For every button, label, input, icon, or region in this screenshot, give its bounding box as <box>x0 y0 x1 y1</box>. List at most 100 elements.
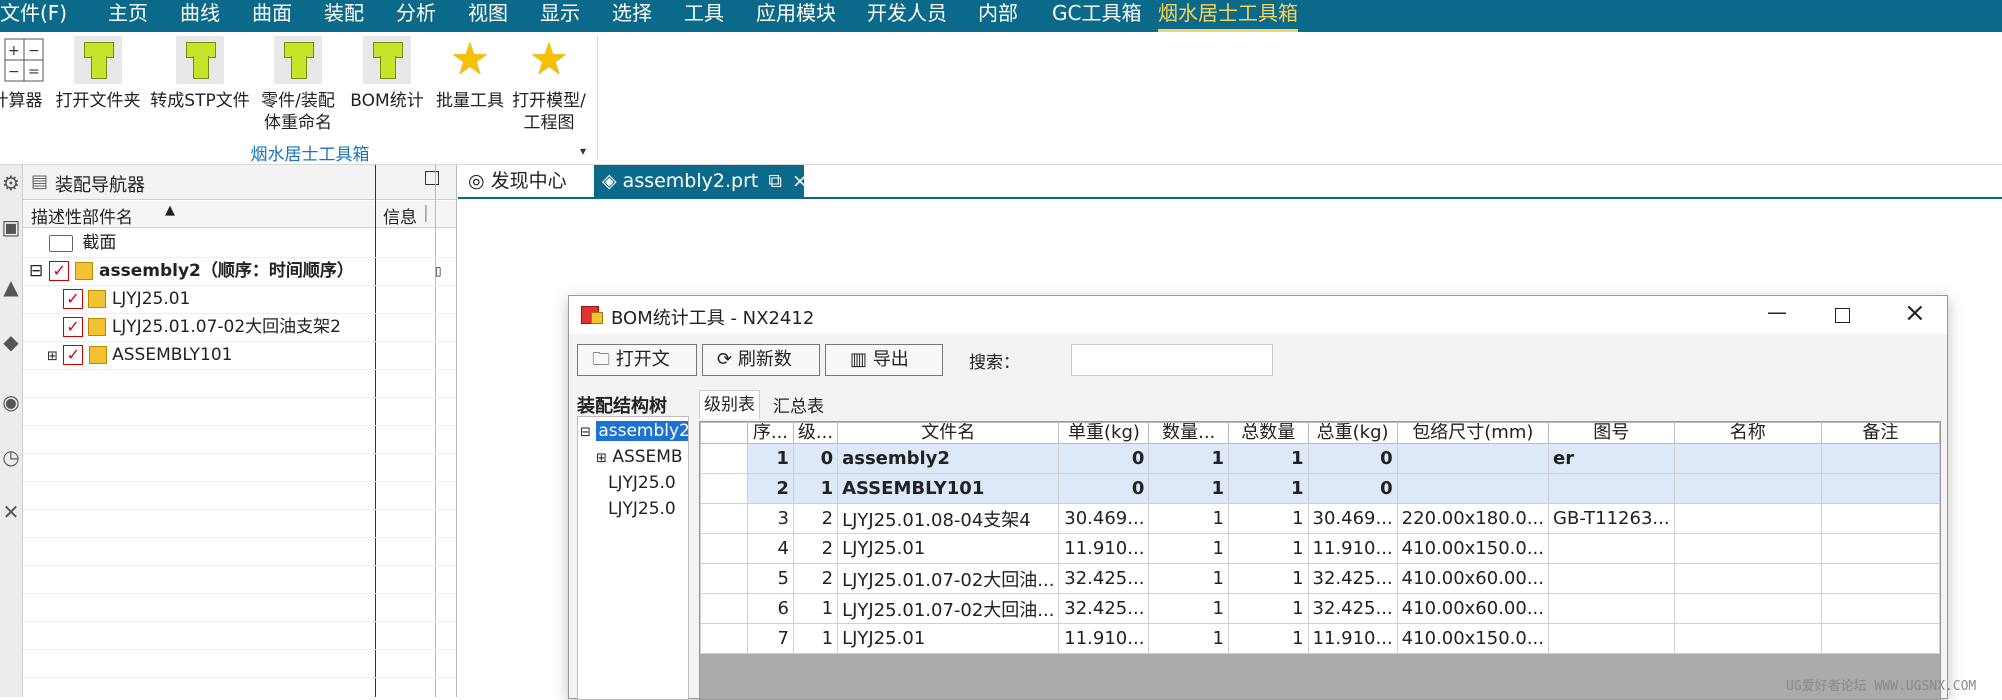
history-icon[interactable]: ◷ <box>0 445 22 477</box>
table-cell-unit-w[interactable]: 0 <box>1058 443 1150 474</box>
table-cell-qty[interactable]: 1 <box>1148 533 1229 564</box>
col-header[interactable]: 文件名 <box>837 422 1060 444</box>
table-cell-level[interactable]: 1 <box>792 593 839 624</box>
nav-row-part[interactable]: ✓ LJYJ25.01.07-02大回油支架2 <box>23 313 456 342</box>
menu-applications[interactable]: 应用模块 <box>756 0 836 32</box>
batch-tools-button[interactable]: ★ 批量工具 <box>434 36 506 112</box>
close-icon[interactable]: × <box>792 170 808 192</box>
table-row[interactable]: 2 1 ASSEMBLY101 0 1 1 0 <box>700 473 1940 504</box>
table-cell-unit-w[interactable]: 30.469... <box>1058 503 1150 534</box>
menu-display[interactable]: 显示 <box>540 0 580 32</box>
table-cell-bbox[interactable] <box>1396 443 1550 474</box>
table-cell-total-qty[interactable]: 1 <box>1227 533 1309 564</box>
row-header[interactable] <box>700 623 748 654</box>
table-cell-name[interactable] <box>1673 593 1822 624</box>
table-cell-total-w[interactable]: 32.425... <box>1307 563 1398 594</box>
table-cell-seq[interactable]: 3 <box>746 503 794 534</box>
table-cell-drawing[interactable] <box>1548 563 1675 594</box>
table-cell-level[interactable]: 0 <box>792 443 839 474</box>
table-row[interactable]: 3 2 LJYJ25.01.08-04支架4 30.469... 1 1 30.469...… <box>700 503 1940 534</box>
refresh-button[interactable]: ⟳ 刷新数 <box>702 344 820 376</box>
table-cell-bbox[interactable]: 410.00x150.0... <box>1396 533 1550 564</box>
table-cell-drawing[interactable]: er <box>1548 443 1675 474</box>
collapse-icon[interactable]: ⊟ <box>580 425 591 440</box>
col-info-header[interactable]: 信息 <box>383 203 417 228</box>
rename-button[interactable]: 零件/装配体重命名 <box>256 36 340 134</box>
table-cell-note[interactable] <box>1820 593 1940 624</box>
expand-icon[interactable]: ⊞ <box>596 451 607 466</box>
menu-internal[interactable]: 内部 <box>978 0 1018 32</box>
table-cell-note[interactable] <box>1820 503 1940 534</box>
table-cell-qty[interactable]: 1 <box>1148 563 1229 594</box>
table-cell-bbox[interactable]: 410.00x150.0... <box>1396 623 1550 654</box>
table-cell-drawing[interactable] <box>1548 533 1675 564</box>
constraint-icon[interactable]: ◆ <box>0 330 22 362</box>
tab-assembly2[interactable]: ◈ assembly2.prt ⧉ × <box>594 165 808 197</box>
menu-curve[interactable]: 曲线 <box>180 0 220 32</box>
table-cell-note[interactable] <box>1820 623 1940 654</box>
search-input[interactable] <box>1071 344 1273 376</box>
maximize-icon[interactable] <box>1835 308 1850 323</box>
menu-yanshui-toolbox[interactable]: 烟水居士工具箱 <box>1158 0 1298 32</box>
table-cell-total-qty[interactable]: 1 <box>1227 443 1309 474</box>
minimize-icon[interactable]: — <box>1767 300 1787 324</box>
col-header[interactable]: 备注 <box>1820 422 1940 444</box>
table-cell-qty[interactable]: 1 <box>1148 443 1229 474</box>
tree-item-root[interactable]: ⊟ assembly2 <box>578 419 688 443</box>
table-cell-seq[interactable]: 6 <box>746 593 794 624</box>
table-cell-qty[interactable]: 1 <box>1148 593 1229 624</box>
table-cell-total-w[interactable]: 32.425... <box>1307 593 1398 624</box>
table-cell-level[interactable]: 2 <box>792 563 839 594</box>
table-cell-total-qty[interactable]: 1 <box>1227 503 1309 534</box>
table-cell-seq[interactable]: 5 <box>746 563 794 594</box>
table-cell-name[interactable] <box>1673 473 1822 504</box>
table-cell-total-w[interactable]: 0 <box>1307 443 1398 474</box>
table-cell-drawing[interactable] <box>1548 623 1675 654</box>
table-cell-unit-w[interactable]: 0 <box>1058 473 1150 504</box>
row-header[interactable] <box>700 593 748 624</box>
table-cell-total-qty[interactable]: 1 <box>1227 563 1309 594</box>
table-cell-note[interactable] <box>1820 443 1940 474</box>
checkbox-checked-icon[interactable]: ✓ <box>63 289 83 309</box>
table-cell-name[interactable] <box>1673 533 1822 564</box>
table-cell-file[interactable]: assembly2 <box>837 443 1060 474</box>
table-row[interactable]: 5 2 LJYJ25.01.07-02大回油... 32.425... 1 1 32.425… <box>700 563 1940 594</box>
col-header[interactable]: 名称 <box>1673 422 1822 444</box>
menu-gc-toolbox[interactable]: GC工具箱 <box>1052 0 1141 32</box>
table-cell-file[interactable]: LJYJ25.01.08-04支架4 <box>837 503 1060 534</box>
row-header[interactable] <box>700 503 748 534</box>
table-cell-name[interactable] <box>1673 503 1822 534</box>
menu-tools[interactable]: 工具 <box>684 0 724 32</box>
table-row[interactable]: 6 1 LJYJ25.01.07-02大回油... 32.425... 1 1 32.425… <box>700 593 1940 624</box>
table-cell-total-qty[interactable]: 1 <box>1227 473 1309 504</box>
table-cell-unit-w[interactable]: 32.425... <box>1058 563 1150 594</box>
table-cell-file[interactable]: LJYJ25.01 <box>837 623 1060 654</box>
col-header[interactable]: 数量... <box>1148 422 1229 444</box>
row-header[interactable] <box>700 443 748 474</box>
open-model-drawing-button[interactable]: ★ 打开模型/工程图 <box>512 36 586 134</box>
table-cell-unit-w[interactable]: 32.425... <box>1058 593 1150 624</box>
table-cell-seq[interactable]: 7 <box>746 623 794 654</box>
menu-view[interactable]: 视图 <box>468 0 508 32</box>
col-header[interactable]: 图号 <box>1548 422 1675 444</box>
table-cell-seq[interactable]: 4 <box>746 533 794 564</box>
menu-surface[interactable]: 曲面 <box>252 0 292 32</box>
table-cell-file[interactable]: LJYJ25.01.07-02大回油... <box>837 593 1060 624</box>
table-cell-bbox[interactable] <box>1396 473 1550 504</box>
calculator-button[interactable]: +−−= 计算器 <box>0 36 46 112</box>
table-cell-note[interactable] <box>1820 533 1940 564</box>
checkbox-checked-icon[interactable]: ✓ <box>63 317 83 337</box>
col-header[interactable]: 总数量 <box>1227 422 1309 444</box>
nav-row-part[interactable]: ✓ LJYJ25.01 <box>23 285 456 314</box>
table-cell-level[interactable]: 1 <box>792 473 839 504</box>
table-cell-name[interactable] <box>1673 443 1822 474</box>
table-cell-bbox[interactable]: 410.00x60.00... <box>1396 593 1550 624</box>
table-cell-total-qty[interactable]: 1 <box>1227 623 1309 654</box>
checkbox-checked-icon[interactable]: ✓ <box>49 261 70 281</box>
tree-item[interactable]: LJYJ25.0 <box>578 497 676 521</box>
checkbox-checked-icon[interactable]: ✓ <box>63 345 84 365</box>
table-cell-file[interactable]: ASSEMBLY101 <box>837 473 1060 504</box>
table-cell-qty[interactable]: 1 <box>1148 503 1229 534</box>
table-cell-level[interactable]: 2 <box>792 503 839 534</box>
table-cell-total-w[interactable]: 11.910... <box>1307 623 1398 654</box>
